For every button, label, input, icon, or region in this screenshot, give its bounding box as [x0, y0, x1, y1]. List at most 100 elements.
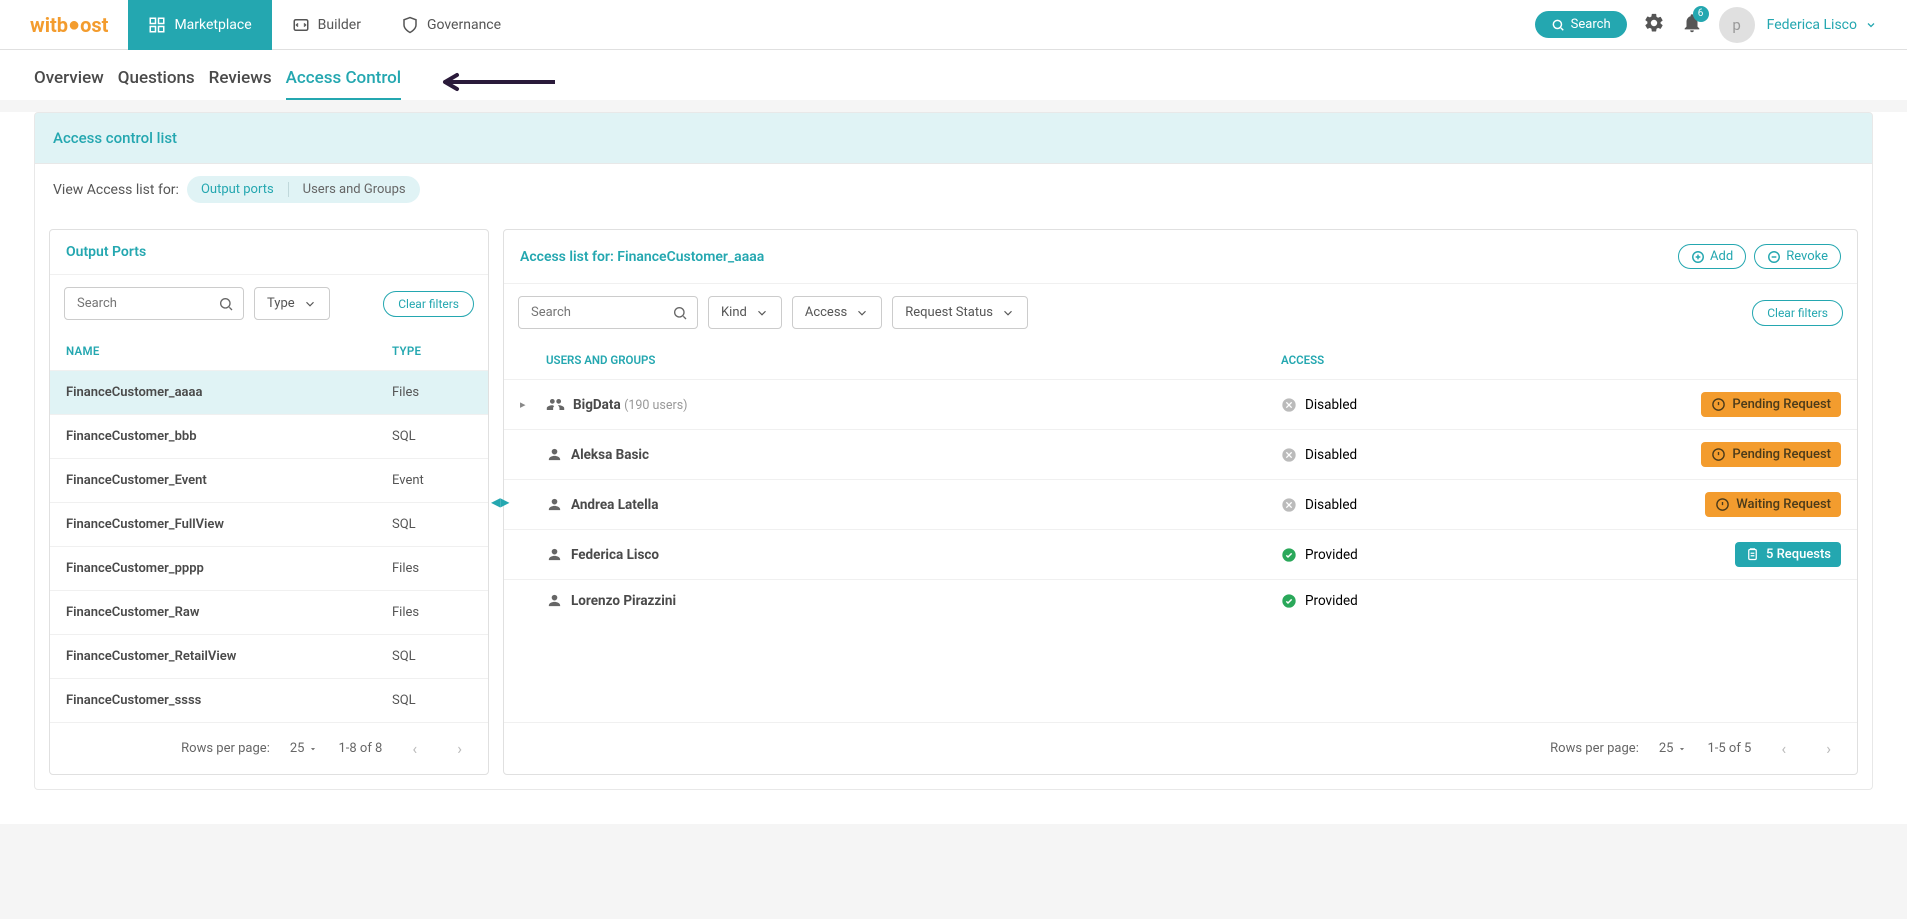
- request-chip[interactable]: Pending Request: [1701, 442, 1841, 467]
- global-search-button[interactable]: Search: [1535, 11, 1627, 38]
- next-page-button[interactable]: ›: [1816, 735, 1841, 762]
- user-name-cell: Andrea Latella: [546, 496, 1281, 513]
- port-name: FinanceCustomer_Event: [66, 473, 392, 488]
- dropdown-arrow-icon: [308, 744, 318, 754]
- access-row[interactable]: ▸ BigData (190 users) Disabled Pending R…: [504, 379, 1857, 429]
- left-search-input[interactable]: [64, 287, 244, 320]
- request-chip[interactable]: Waiting Request: [1705, 492, 1841, 517]
- left-type-filter[interactable]: Type: [254, 287, 330, 320]
- revoke-button[interactable]: Revoke: [1754, 244, 1841, 269]
- tab-reviews[interactable]: Reviews: [209, 68, 272, 100]
- pill-users-groups[interactable]: Users and Groups: [289, 176, 420, 203]
- request-status-filter[interactable]: Request Status: [892, 296, 1028, 329]
- output-port-row[interactable]: FinanceCustomer_EventEvent: [50, 458, 488, 502]
- right-panel-title: Access list for: FinanceCustomer_aaaa: [520, 249, 764, 265]
- output-port-row[interactable]: FinanceCustomer_ppppFiles: [50, 546, 488, 590]
- port-name: FinanceCustomer_pppp: [66, 561, 392, 576]
- left-search: [64, 287, 244, 320]
- rpp-select[interactable]: 25: [290, 741, 319, 756]
- disabled-icon: [1281, 397, 1297, 413]
- access-filter[interactable]: Access: [792, 296, 882, 329]
- user-name-cell: Aleksa Basic: [546, 446, 1281, 463]
- next-page-button[interactable]: ›: [447, 735, 472, 762]
- chevron-down-icon: [755, 306, 769, 320]
- port-type: Files: [392, 385, 472, 400]
- search-icon: [672, 305, 688, 321]
- output-port-row[interactable]: FinanceCustomer_RawFiles: [50, 590, 488, 634]
- disabled-icon: [1281, 447, 1297, 463]
- top-nav: witb●ost Marketplace Builder Governance …: [0, 0, 1907, 50]
- prev-page-button[interactable]: ‹: [1771, 735, 1796, 762]
- access-status: Provided: [1281, 547, 1661, 563]
- access-status: Disabled: [1281, 497, 1661, 513]
- col-users-header[interactable]: USERS AND GROUPS: [546, 353, 1281, 367]
- access-row[interactable]: Andrea Latella Disabled Waiting Request: [504, 479, 1857, 529]
- right-search: [518, 296, 698, 329]
- user-name-cell: BigData (190 users): [546, 395, 1281, 414]
- nav-builder[interactable]: Builder: [272, 0, 381, 50]
- access-row[interactable]: Lorenzo Pirazzini Provided: [504, 579, 1857, 621]
- add-button[interactable]: Add: [1678, 244, 1746, 269]
- output-port-row[interactable]: FinanceCustomer_FullViewSQL: [50, 502, 488, 546]
- info-icon: [1711, 447, 1726, 462]
- right-clear-filters[interactable]: Clear filters: [1752, 300, 1843, 326]
- request-chip[interactable]: Pending Request: [1701, 392, 1841, 417]
- notif-badge: 6: [1693, 6, 1709, 22]
- port-name: FinanceCustomer_aaaa: [66, 385, 392, 400]
- apps-icon: [148, 16, 166, 34]
- access-list-panel: Access list for: FinanceCustomer_aaaa Ad…: [503, 229, 1858, 775]
- output-ports-panel: Output Ports Type Clear filters NAME TYP…: [49, 229, 489, 775]
- col-type-header[interactable]: TYPE: [392, 344, 472, 358]
- prev-page-button[interactable]: ‹: [402, 735, 427, 762]
- chevron-down-icon: [1001, 306, 1015, 320]
- expand-toggle[interactable]: ▸: [520, 398, 546, 411]
- user-menu[interactable]: Federica Lisco: [1767, 17, 1877, 33]
- avatar[interactable]: p: [1719, 7, 1755, 43]
- check-icon: [1281, 547, 1297, 563]
- chevron-down-icon: [1865, 19, 1877, 31]
- page-range: 1-8 of 8: [338, 741, 382, 756]
- access-status: Provided: [1281, 593, 1661, 609]
- tab-questions[interactable]: Questions: [118, 68, 195, 100]
- access-row[interactable]: Federica Lisco Provided 5 Requests: [504, 529, 1857, 579]
- gear-icon: [1643, 12, 1665, 34]
- person-icon: [546, 592, 563, 609]
- col-access-header[interactable]: ACCESS: [1281, 353, 1661, 367]
- pill-output-ports[interactable]: Output ports: [187, 176, 288, 203]
- settings-button[interactable]: [1643, 12, 1665, 38]
- nav-governance[interactable]: Governance: [381, 0, 521, 50]
- port-type: Files: [392, 561, 472, 576]
- acl-title: Access control list: [34, 112, 1873, 164]
- output-port-row[interactable]: FinanceCustomer_ssssSQL: [50, 678, 488, 722]
- port-name: FinanceCustomer_RetailView: [66, 649, 392, 664]
- port-type: SQL: [392, 693, 472, 708]
- output-port-row[interactable]: FinanceCustomer_aaaaFiles: [50, 370, 488, 414]
- check-icon: [1281, 593, 1297, 609]
- col-name-header[interactable]: NAME: [66, 344, 392, 358]
- notifications-button[interactable]: 6: [1681, 12, 1703, 38]
- request-chip[interactable]: 5 Requests: [1735, 542, 1841, 567]
- clipboard-icon: [1745, 547, 1760, 562]
- output-port-row[interactable]: FinanceCustomer_bbbSQL: [50, 414, 488, 458]
- info-icon: [1715, 497, 1730, 512]
- port-name: FinanceCustomer_FullView: [66, 517, 392, 532]
- output-port-row[interactable]: FinanceCustomer_RetailViewSQL: [50, 634, 488, 678]
- left-clear-filters[interactable]: Clear filters: [383, 291, 474, 317]
- access-row[interactable]: Aleksa Basic Disabled Pending Request: [504, 429, 1857, 479]
- left-pagination: Rows per page: 25 1-8 of 8 ‹ ›: [50, 722, 488, 774]
- plus-circle-icon: [1691, 250, 1705, 264]
- chevron-down-icon: [303, 297, 317, 311]
- group-icon: [546, 395, 565, 414]
- search-icon: [218, 296, 234, 312]
- tab-access-control[interactable]: Access Control: [286, 68, 402, 100]
- rpp-select[interactable]: 25: [1659, 741, 1688, 756]
- search-icon: [1551, 18, 1565, 32]
- nav-marketplace[interactable]: Marketplace: [128, 0, 271, 50]
- port-type: SQL: [392, 649, 472, 664]
- port-name: FinanceCustomer_Raw: [66, 605, 392, 620]
- right-search-input[interactable]: [518, 296, 698, 329]
- tab-overview[interactable]: Overview: [34, 68, 104, 100]
- left-panel-title: Output Ports: [66, 244, 146, 260]
- kind-filter[interactable]: Kind: [708, 296, 782, 329]
- logo[interactable]: witb●ost: [10, 12, 128, 37]
